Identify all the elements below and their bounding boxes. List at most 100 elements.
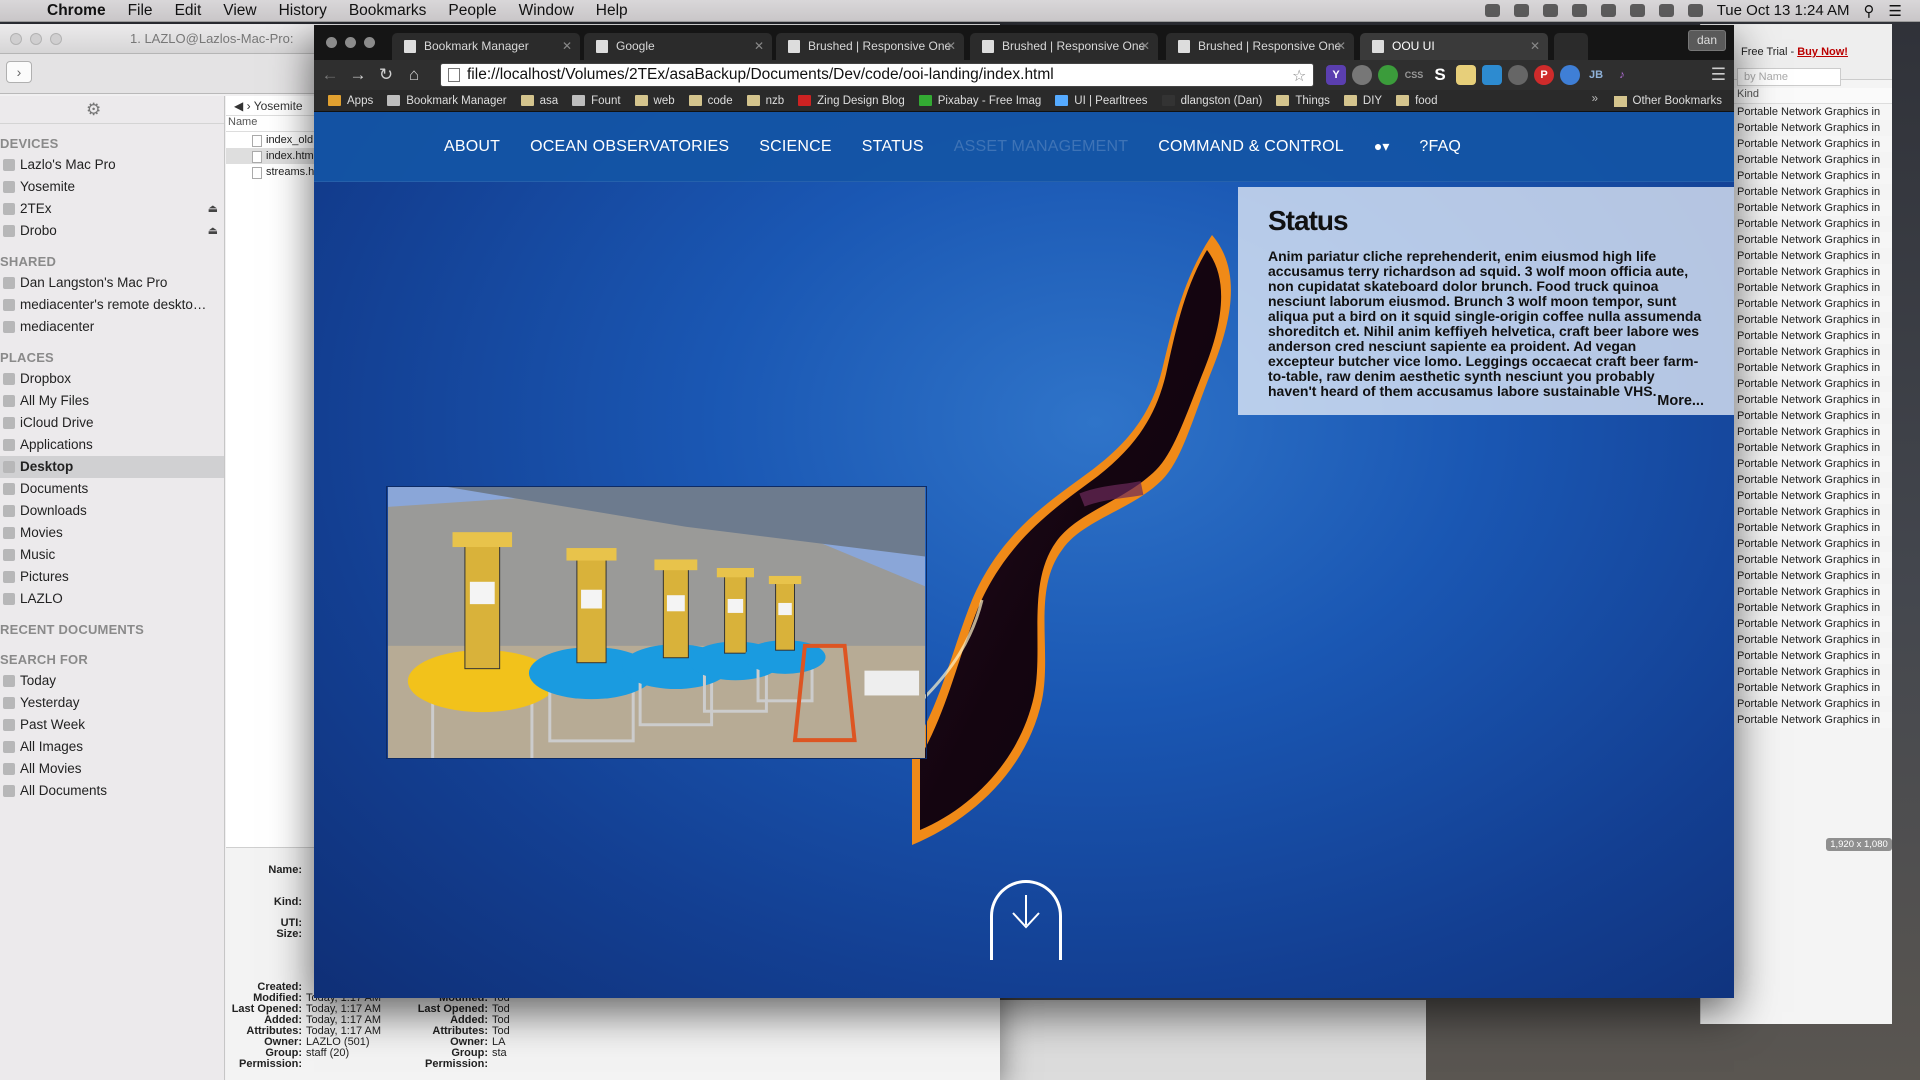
reload-icon[interactable]: ↻ (374, 65, 398, 85)
nav-faq[interactable]: ?FAQ (1419, 138, 1461, 156)
eject-icon[interactable]: ⏏ (208, 220, 218, 242)
tab-bookmark-manager[interactable]: Bookmark Manager ✕ (392, 33, 580, 60)
dropbox-icon[interactable] (1513, 4, 1529, 17)
bookmark-fount[interactable]: Fount (572, 95, 621, 107)
bookmark-dlangston[interactable]: dlangston (Dan) (1161, 95, 1262, 107)
tab-brushed-1[interactable]: Brushed | Responsive One ✕ (776, 33, 964, 60)
notes-extension-icon[interactable] (1456, 65, 1476, 85)
sidebar-item-icloud[interactable]: iCloud Drive (0, 412, 224, 434)
close-tab-icon[interactable]: ✕ (754, 33, 764, 60)
rainbow-extension-icon[interactable] (1482, 65, 1502, 85)
close-tab-icon[interactable]: ✕ (946, 33, 956, 60)
s-extension-icon[interactable]: S (1430, 65, 1450, 85)
notification-icon[interactable] (1542, 4, 1558, 17)
notification-center-icon[interactable]: ☰ (1889, 2, 1902, 20)
menu-bookmarks[interactable]: Bookmarks (338, 2, 438, 20)
nav-science[interactable]: SCIENCE (759, 138, 832, 156)
tab-brushed-2[interactable]: Brushed | Responsive One ✕ (970, 33, 1158, 60)
sidebar-item-yosemite[interactable]: Yosemite (0, 176, 224, 198)
display-icon[interactable] (1484, 4, 1500, 17)
nav-command-control[interactable]: COMMAND & CONTROL (1158, 138, 1344, 156)
extension-icon[interactable] (1352, 65, 1372, 85)
sidebar-item-documents[interactable]: Documents (0, 478, 224, 500)
menu-view[interactable]: View (212, 2, 267, 20)
sidebar-item-movies[interactable]: Movies (0, 522, 224, 544)
sidebar-item-dropbox[interactable]: Dropbox (0, 368, 224, 390)
sidebar-item-2tex[interactable]: 2TEx ⏏ (0, 198, 224, 220)
jb-extension-icon[interactable]: JB (1586, 65, 1606, 85)
bookmark-folder-diy[interactable]: DIY (1343, 95, 1382, 107)
close-tab-icon[interactable]: ✕ (1530, 33, 1540, 60)
minimize-window-icon[interactable] (30, 32, 42, 45)
bookmark-folder-things[interactable]: Things (1276, 95, 1330, 107)
sidebar-item-lazlo[interactable]: LAZLO (0, 588, 224, 610)
nav-asset-management[interactable]: ASSET MANAGEMENT (954, 138, 1129, 156)
sidebar-item-all-movies[interactable]: All Movies (0, 758, 224, 780)
forward-arrow-icon[interactable]: → (346, 65, 370, 85)
battery-icon[interactable] (1658, 4, 1674, 17)
forward-button[interactable]: › (6, 61, 32, 83)
sidebar-item-music[interactable]: Music (0, 544, 224, 566)
pinterest-icon[interactable]: P (1534, 65, 1554, 85)
menu-people[interactable]: People (437, 2, 507, 20)
user-menu[interactable]: ●▾ (1374, 138, 1390, 155)
sidebar-item-remote-desktop[interactable]: mediacenter's remote deskto… (0, 294, 224, 316)
home-icon[interactable]: ⌂ (402, 65, 426, 85)
bookmarks-overflow-chevron[interactable]: » (1592, 93, 1598, 105)
menubar-clock[interactable]: Tue Oct 13 1:24 AM (1717, 2, 1850, 19)
hamburger-menu-icon[interactable]: ☰ (1711, 65, 1726, 85)
menu-file[interactable]: File (117, 2, 164, 20)
spotlight-icon[interactable]: ⚲ (1864, 2, 1875, 20)
sync-icon[interactable] (1571, 4, 1587, 17)
bookmark-zing[interactable]: Zing Design Blog (798, 95, 905, 107)
profile-button[interactable]: dan (1688, 30, 1726, 51)
close-tab-icon[interactable]: ✕ (1336, 33, 1346, 60)
bookmark-folder-asa[interactable]: asa (520, 95, 558, 107)
search-by-name-field[interactable]: by Name (1737, 68, 1841, 86)
sidebar-item-all-documents[interactable]: All Documents (0, 780, 224, 802)
bookmark-folder-nzb[interactable]: nzb (746, 95, 784, 107)
new-tab-button[interactable] (1554, 33, 1588, 60)
sidebar-item-today[interactable]: Today (0, 670, 224, 692)
bookmark-folder-code[interactable]: code (688, 95, 733, 107)
back-arrow-icon[interactable]: ← (318, 65, 342, 85)
bookmark-manager[interactable]: Bookmark Manager (387, 95, 507, 107)
music-extension-icon[interactable]: ♪ (1612, 65, 1632, 85)
sidebar-item-mediacenter[interactable]: mediacenter (0, 316, 224, 338)
menu-edit[interactable]: Edit (164, 2, 213, 20)
buy-now-link[interactable]: Buy Now! (1797, 46, 1848, 58)
sidebar-item-drobo[interactable]: Drobo ⏏ (0, 220, 224, 242)
scroll-down-button[interactable] (990, 880, 1062, 960)
sidebar-item-shared-mac[interactable]: Dan Langston's Mac Pro (0, 272, 224, 294)
minimize-window-icon[interactable] (345, 37, 356, 48)
bluetooth-icon[interactable] (1600, 4, 1616, 17)
bookmark-star-icon[interactable]: ☆ (1292, 66, 1306, 86)
yahoo-extension-icon[interactable]: Y (1326, 65, 1346, 85)
bookmark-pearltrees[interactable]: UI | Pearltrees (1055, 95, 1148, 107)
bookmark-folder-web[interactable]: web (634, 95, 675, 107)
eject-icon[interactable] (1687, 4, 1703, 17)
close-window-icon[interactable] (326, 37, 337, 48)
bookmark-apps[interactable]: Apps (328, 95, 373, 107)
sidebar-item-desktop[interactable]: Desktop (0, 456, 224, 478)
tab-brushed-3[interactable]: Brushed | Responsive One ✕ (1166, 33, 1354, 60)
menu-window[interactable]: Window (508, 2, 585, 20)
star-extension-icon[interactable] (1560, 65, 1580, 85)
nav-ocean-observatories[interactable]: OCEAN OBSERVATORIES (530, 138, 729, 156)
sidebar-item-all-images[interactable]: All Images (0, 736, 224, 758)
status-more-link[interactable]: More... (1657, 393, 1704, 409)
nav-status[interactable]: STATUS (862, 138, 924, 156)
app-menu[interactable]: Chrome (36, 2, 117, 20)
tab-oou-ui[interactable]: OOU UI ✕ (1360, 33, 1548, 60)
sidebar-item-applications[interactable]: Applications (0, 434, 224, 456)
refresh-extension-icon[interactable] (1508, 65, 1528, 85)
menu-history[interactable]: History (268, 2, 338, 20)
close-tab-icon[interactable]: ✕ (562, 33, 572, 60)
sidebar-item-mac-pro[interactable]: Lazlo's Mac Pro (0, 154, 224, 176)
volume-icon[interactable] (1629, 4, 1645, 17)
other-bookmarks[interactable]: Other Bookmarks (1613, 90, 1722, 112)
close-window-icon[interactable] (10, 32, 22, 45)
close-tab-icon[interactable]: ✕ (1140, 33, 1150, 60)
bookmark-pixabay[interactable]: Pixabay - Free Imag (918, 95, 1041, 107)
nav-about[interactable]: ABOUT (444, 138, 500, 156)
